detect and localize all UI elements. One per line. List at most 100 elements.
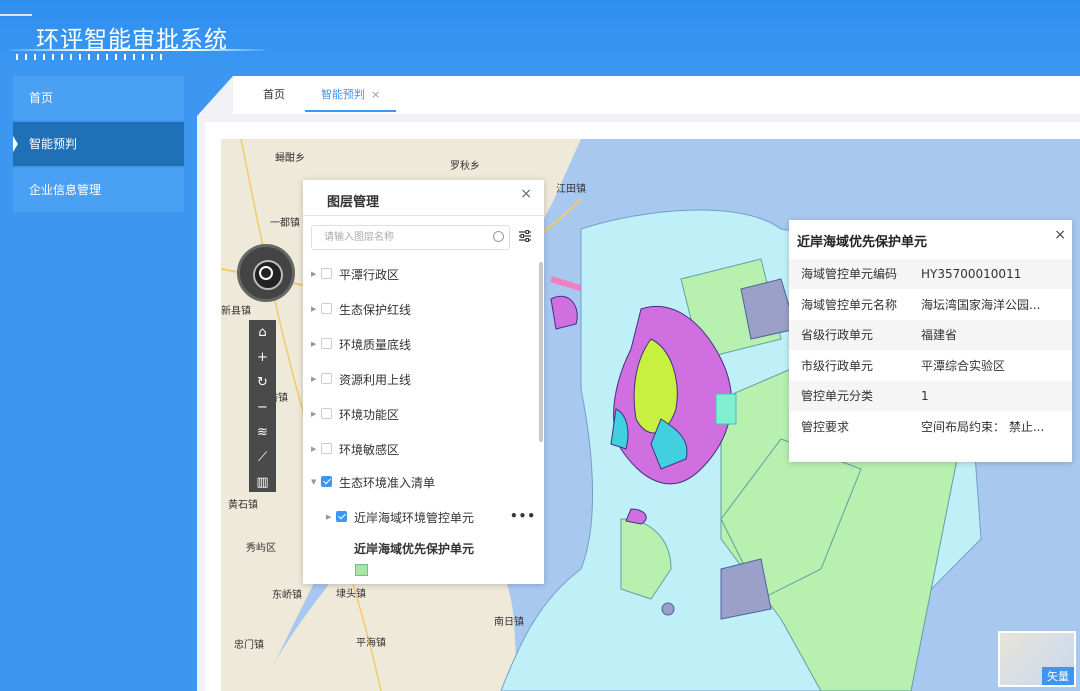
layer-checkbox[interactable] (321, 476, 332, 487)
map-label: 秀屿区 (246, 543, 276, 554)
ruler-icon[interactable]: ⟋ (249, 445, 276, 470)
zoom-in-icon[interactable]: + (249, 345, 276, 370)
layer-checkbox[interactable] (336, 511, 347, 522)
basemap-label: 矢量 (1042, 667, 1074, 685)
info-row: 省级行政单元 福建省 (789, 320, 1072, 350)
map-label: 东峤镇 (272, 590, 302, 601)
map-label: 江田镇 (556, 184, 586, 195)
map-toolbar: ⌂ + ↻ − ≋ ⟋ ▥ (249, 320, 276, 492)
layer-label: 生态保护红线 (339, 303, 412, 317)
expand-arrow-icon[interactable]: ▶ (311, 340, 316, 348)
expand-arrow-icon[interactable]: ▶ (311, 445, 316, 453)
layer-item[interactable]: ▶ 环境质量底线 (303, 336, 523, 358)
layer-label: 资源利用上线 (339, 373, 412, 387)
tab-close-icon[interactable]: × (371, 88, 380, 101)
info-value: 海坛湾国家海洋公园... (921, 298, 1041, 312)
building-icon[interactable]: ▥ (249, 470, 276, 495)
sidebar-item-smart-predict[interactable]: 智能预判 (13, 122, 184, 166)
sidebar-item-enterprise[interactable]: 企业信息管理 (13, 168, 184, 212)
info-value: 1 (921, 389, 929, 403)
filter-settings-icon[interactable] (517, 228, 533, 244)
layer-search-input[interactable] (311, 225, 510, 250)
layer-panel-title: 图层管理 (327, 195, 380, 210)
layer-checkbox[interactable] (321, 303, 332, 314)
info-key: 管控单元分类 (801, 389, 874, 403)
info-key: 省级行政单元 (801, 328, 874, 342)
tab-bar: 首页 智能预判 × (233, 76, 1080, 114)
map-label: 埭头镇 (336, 589, 366, 600)
layer-label: 生态环境准入清单 (339, 476, 436, 490)
info-key: 市级行政单元 (801, 359, 874, 373)
expand-arrow-icon[interactable]: ▶ (311, 270, 316, 278)
expand-arrow-icon[interactable]: ▶ (311, 410, 316, 418)
info-row: 市级行政单元 平潭综合实验区 (789, 351, 1072, 381)
header-decoration (10, 49, 265, 51)
sidebar-item-home[interactable]: 首页 (13, 76, 184, 120)
info-value: HY35700010011 (921, 267, 1022, 281)
layer-item[interactable]: ▶ 环境功能区 (303, 406, 523, 428)
feature-info-popup: 近岸海域优先保护单元 × 海域管控单元编码 HY35700010011 海域管控单… (789, 220, 1072, 462)
close-icon[interactable]: × (1054, 227, 1066, 243)
layer-item[interactable]: ▶ 生态保护红线 (303, 301, 523, 323)
map-label: 平海镇 (356, 638, 386, 649)
layer-item[interactable]: ▶ 资源利用上线 (303, 371, 523, 393)
info-key: 海域管控单元名称 (801, 298, 898, 312)
info-title: 近岸海域优先保护单元 (797, 235, 928, 250)
layer-checkbox[interactable] (321, 373, 332, 384)
info-row: 管控单元分类 1 (789, 381, 1072, 411)
map-label: 罗秋乡 (450, 161, 480, 172)
info-key: 管控要求 (801, 420, 850, 434)
map-label: 新县镇 (221, 306, 251, 317)
info-key: 海域管控单元编码 (801, 267, 898, 281)
layer-item[interactable]: ▶ 近岸海域环境管控单元 (318, 509, 518, 531)
info-value: 空间布局约束： 禁止... (921, 420, 1045, 434)
layer-label: 平潭行政区 (339, 268, 400, 282)
basemap-switch-vector[interactable]: 矢量 (998, 631, 1076, 687)
layer-item[interactable]: ▶ 环境敏感区 (303, 441, 523, 463)
zoom-out-icon[interactable]: − (249, 395, 276, 420)
map-label: 黄石镇 (228, 500, 258, 511)
content-corner-decoration (197, 76, 233, 116)
layer-label: 环境敏感区 (339, 443, 400, 457)
map-label: 蟳酣乡 (275, 153, 305, 164)
sidebar: 首页 智能预判 企业信息管理 (0, 72, 195, 691)
expand-arrow-icon[interactable]: ▶ (326, 513, 331, 521)
expand-arrow-icon[interactable]: ▶ (311, 375, 316, 383)
layer-item[interactable]: ▼ 生态环境准入清单 (303, 474, 523, 496)
layer-checkbox[interactable] (321, 443, 332, 454)
search-icon[interactable] (493, 231, 504, 242)
map-label: 南日镇 (494, 617, 524, 628)
info-value: 平潭综合实验区 (921, 359, 1006, 373)
tab-home[interactable]: 首页 (263, 76, 285, 112)
header-decoration (16, 54, 166, 60)
scrollbar[interactable] (539, 262, 543, 442)
layer-checkbox[interactable] (321, 338, 332, 349)
info-row: 管控要求 空间布局约束： 禁止... (789, 412, 1072, 442)
layer-label: 环境功能区 (339, 408, 400, 422)
app-header: 环评智能审批系统 (0, 0, 1080, 72)
home-icon[interactable]: ⌂ (249, 320, 276, 345)
close-icon[interactable]: × (520, 186, 532, 202)
layer-label: 近岸海域环境管控单元 (354, 511, 475, 525)
map-label: 忠门镇 (234, 640, 264, 651)
tab-label: 智能预判 (321, 88, 365, 101)
refresh-icon[interactable]: ↻ (249, 370, 276, 395)
layer-label: 环境质量底线 (339, 338, 412, 352)
info-row: 海域管控单元编码 HY35700010011 (789, 259, 1072, 289)
compass-center-icon (259, 266, 273, 280)
layer-item[interactable]: ▶ 平潭行政区 (303, 266, 523, 288)
header-decoration (0, 14, 32, 16)
layer-checkbox[interactable] (321, 268, 332, 279)
collapse-arrow-icon[interactable]: ▼ (311, 478, 316, 486)
expand-arrow-icon[interactable]: ▶ (311, 305, 316, 313)
compass-control[interactable] (237, 244, 295, 302)
tab-smart-predict[interactable]: 智能预判 × (305, 76, 397, 112)
more-icon[interactable]: ••• (510, 509, 536, 523)
map-label: 一都镇 (270, 218, 300, 229)
divider (303, 215, 544, 216)
legend-swatch (355, 564, 368, 576)
info-value: 福建省 (921, 328, 958, 342)
layer-checkbox[interactable] (321, 408, 332, 419)
legend-label: 近岸海域优先保护单元 (354, 542, 475, 556)
layers-icon[interactable]: ≋ (249, 420, 276, 445)
